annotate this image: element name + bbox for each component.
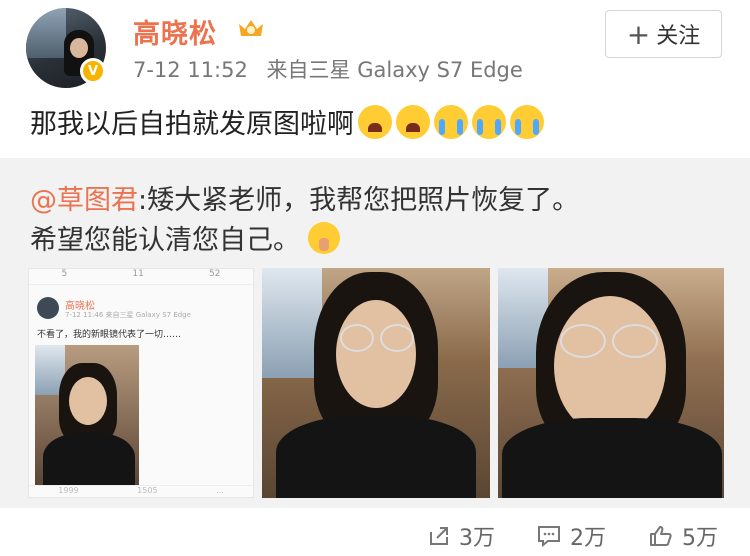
mini-stat: 5: [61, 269, 68, 279]
mini-face: [69, 377, 107, 425]
repost-image-3[interactable]: [498, 268, 724, 498]
face: [336, 300, 416, 408]
glasses-right: [380, 324, 414, 352]
user-name[interactable]: 高晓松: [133, 12, 217, 51]
glasses-right: [612, 324, 658, 358]
repost-text-line1: @草图君:矮大紧老师，我帮您把照片恢复了。: [30, 178, 579, 217]
repost-mention[interactable]: @草图君: [30, 185, 138, 216]
post-source: 来自三星 Galaxy S7 Edge: [266, 58, 523, 82]
repost-image-1[interactable]: 5 11 52 高晓松 7-12 11:46 来自三星 Galaxy S7 Ed…: [28, 268, 254, 498]
mini-stat: 52: [208, 269, 221, 279]
comment-icon: [538, 526, 560, 548]
mini-bottom-bar: 1999 1505 ...: [29, 485, 253, 497]
mini-avatar: [37, 297, 59, 319]
glasses-left: [560, 324, 606, 358]
repost-text-line2: 希望您能认清您自己。: [30, 218, 340, 257]
share-count: 3万: [459, 526, 495, 551]
comment-count: 2万: [570, 526, 606, 551]
plus-icon: +: [626, 17, 651, 51]
mini-stats-bar: 5 11 52: [29, 269, 253, 285]
like-button[interactable]: 5万: [648, 520, 718, 552]
shirt: [502, 418, 722, 498]
mini-meta: 7-12 11:46 来自三星 Galaxy S7 Edge: [65, 311, 191, 319]
follow-button[interactable]: + 关注: [605, 10, 722, 58]
mini-bottom-stat: 1999: [58, 486, 79, 495]
angry-face-icon: [396, 104, 430, 139]
shush-face-icon: [308, 221, 340, 254]
post-text: 那我以后自拍就发原图啦啊: [30, 102, 544, 141]
post-text-content: 那我以后自拍就发原图啦啊: [30, 109, 354, 140]
comment-button[interactable]: 2万: [536, 520, 606, 552]
share-icon: [430, 527, 448, 545]
mini-selfie-photo: [35, 345, 139, 485]
member-crown-icon: [239, 20, 263, 36]
mini-bottom-stat: ...: [216, 486, 224, 495]
shirt: [276, 416, 476, 498]
glasses-left: [340, 324, 374, 352]
mini-post-text: 不看了，我的新眼镜代表了一切……: [37, 330, 182, 340]
window: [262, 268, 322, 378]
thumbs-up-icon: [650, 526, 672, 546]
repost-image-2[interactable]: [262, 268, 490, 498]
avatar-face: [70, 38, 88, 58]
follow-label: 关注: [656, 24, 701, 49]
action-bar: 3万 2万 5万: [0, 512, 750, 556]
mini-bottom-stat: 1505: [137, 486, 158, 495]
share-button[interactable]: 3万: [427, 520, 495, 552]
crying-face-icon: [472, 104, 506, 139]
crying-face-icon: [434, 104, 468, 139]
crying-face-icon: [510, 104, 544, 139]
repost-line1-rest: :矮大紧老师，我帮您把照片恢复了。: [138, 185, 580, 216]
angry-face-icon: [358, 104, 392, 139]
mini-stat: 11: [132, 269, 144, 279]
repost-line2-text: 希望您能认清您自己。: [30, 225, 300, 256]
mini-shirt: [43, 433, 135, 485]
face: [554, 296, 666, 436]
post-time: 7-12 11:52: [133, 58, 248, 82]
like-count: 5万: [682, 526, 718, 551]
avatar-window: [26, 8, 66, 58]
verified-badge-icon: V: [80, 58, 106, 84]
post-meta: 7-12 11:52 来自三星 Galaxy S7 Edge: [133, 54, 523, 84]
